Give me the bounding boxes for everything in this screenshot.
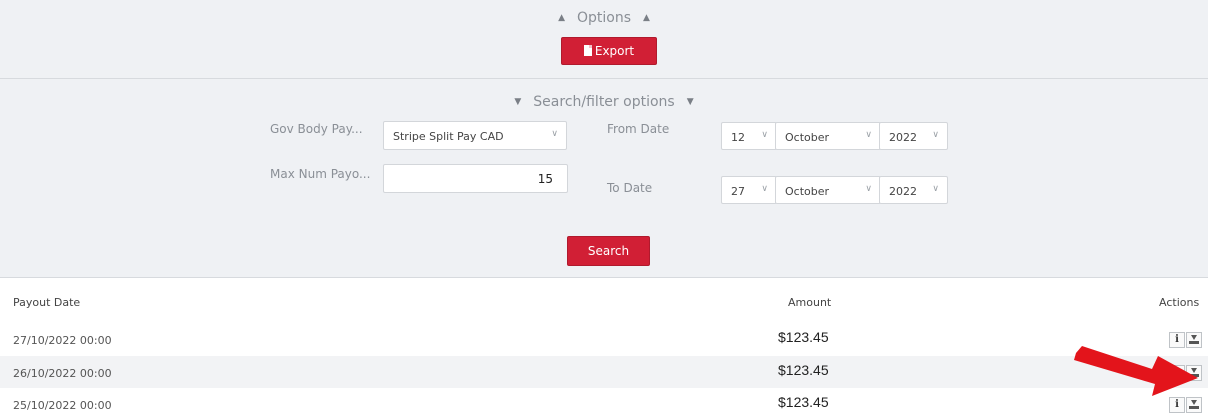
amount-cell: $123.45 <box>778 394 829 410</box>
chevron-down-icon: ∨ <box>761 130 768 140</box>
from-day-select[interactable]: 12 ∨ <box>721 122 777 150</box>
chevron-down-icon: ∨ <box>865 130 872 140</box>
table-row: 26/10/2022 00:00 $123.45 i <box>0 356 1208 388</box>
table-row: 25/10/2022 00:00 $123.45 i <box>0 388 1208 420</box>
amount-cell: $123.45 <box>778 329 829 345</box>
from-date-label: From Date <box>607 122 670 136</box>
export-label: Export <box>594 44 635 58</box>
gov-body-value: Stripe Split Pay CAD <box>393 130 504 143</box>
chevron-down-icon: ∨ <box>551 129 558 139</box>
from-day-value: 12 <box>731 131 745 144</box>
to-day-select[interactable]: 27 ∨ <box>721 176 777 204</box>
triangle-down-icon: ▼ <box>686 97 694 107</box>
amount-cell: $123.45 <box>778 362 829 378</box>
header-amount[interactable]: Amount <box>788 296 831 309</box>
options-panel: ▲ Options ▲ Export <box>0 0 1208 79</box>
table-row: 27/10/2022 00:00 $123.45 i <box>0 323 1208 355</box>
filter-toggle[interactable]: ▼ Search/filter options ▼ <box>0 94 1208 110</box>
document-icon <box>583 45 592 56</box>
chevron-down-icon: ∨ <box>932 184 939 194</box>
triangle-up-icon: ▲ <box>643 13 650 23</box>
payout-date-cell: 27/10/2022 00:00 <box>13 334 112 347</box>
filter-title: Search/filter options <box>533 94 675 110</box>
max-num-input[interactable]: 15 <box>383 164 568 193</box>
table-header: Payout Date Amount Actions <box>0 279 1208 323</box>
triangle-up-icon: ▲ <box>558 13 565 23</box>
max-num-value: 15 <box>537 172 553 186</box>
chevron-down-icon: ∨ <box>865 184 872 194</box>
from-year-value: 2022 <box>889 131 917 144</box>
filter-panel: ▼ Search/filter options ▼ Gov Body Pay... … <box>0 79 1208 278</box>
annotation-arrow-icon <box>1074 346 1198 396</box>
search-button[interactable]: Search <box>567 236 650 266</box>
export-button[interactable]: Export <box>561 37 657 65</box>
payout-date-cell: 26/10/2022 00:00 <box>13 367 112 380</box>
to-month-select[interactable]: October ∨ <box>775 176 881 204</box>
to-year-select[interactable]: 2022 ∨ <box>879 176 948 204</box>
options-toggle[interactable]: ▲ Options ▲ <box>0 10 1208 26</box>
chevron-down-icon: ∨ <box>932 130 939 140</box>
to-day-value: 27 <box>731 185 745 198</box>
max-num-label: Max Num Payo... <box>270 167 371 181</box>
to-date-label: To Date <box>607 181 653 195</box>
gov-body-select[interactable]: Stripe Split Pay CAD ∨ <box>383 121 567 150</box>
payout-date-cell: 25/10/2022 00:00 <box>13 399 112 412</box>
from-month-select[interactable]: October ∨ <box>775 122 881 150</box>
header-payout-date[interactable]: Payout Date <box>13 296 80 309</box>
from-year-select[interactable]: 2022 ∨ <box>879 122 948 150</box>
to-year-value: 2022 <box>889 185 917 198</box>
header-actions: Actions <box>1159 296 1200 309</box>
chevron-down-icon: ∨ <box>761 184 768 194</box>
to-month-value: October <box>785 185 830 198</box>
triangle-down-icon: ▼ <box>514 97 522 107</box>
options-title: Options <box>576 10 632 26</box>
gov-body-label: Gov Body Pay... <box>270 122 363 136</box>
from-month-value: October <box>785 131 830 144</box>
